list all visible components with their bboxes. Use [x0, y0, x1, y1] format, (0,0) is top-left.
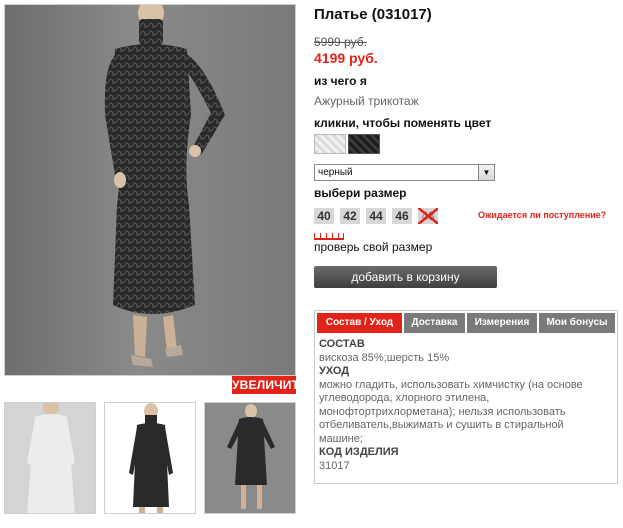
tab-panel-composition-care: СОСТАВ вискоза 85%;шерсть 15% УХОД можно… — [319, 338, 615, 473]
chevron-down-icon[interactable]: ▼ — [478, 165, 494, 180]
product-gallery — [4, 4, 296, 376]
product-info: Платье (031017) 5999 руб. 4199 руб. из ч… — [314, 6, 619, 484]
tab-bonuses[interactable]: Мои бонусы — [539, 313, 615, 333]
size-label: выбери размер — [314, 186, 407, 200]
thumbnail-black-dress-full[interactable] — [204, 402, 296, 514]
dress-model-image — [104, 5, 225, 367]
size-check-link[interactable]: проверь свой размер — [314, 240, 432, 254]
color-select[interactable]: черный ▼ — [314, 164, 495, 181]
thumbnail-black-dress-front[interactable] — [104, 402, 196, 514]
care-text-line: углеводорода, хлорного этилена, — [319, 392, 490, 404]
size-option-48-unavailable[interactable]: 48 — [418, 208, 438, 224]
product-title: Платье (031017) — [314, 6, 432, 23]
old-price: 5999 руб. — [314, 35, 367, 49]
color-swatch-light[interactable] — [314, 134, 346, 154]
composition-text: вискоза 85%;шерсть 15% — [319, 351, 450, 364]
restock-notify-link[interactable]: Ожидается ли поступление? — [478, 210, 606, 220]
product-code: 31017 — [319, 459, 350, 472]
product-code-heading: КОД ИЗДЕЛИЯ — [319, 446, 399, 458]
care-text-line: машине; — [319, 432, 363, 445]
care-text-line: монофтортрихлорметана); нельзя использов… — [319, 405, 566, 418]
size-option-46[interactable]: 46 — [392, 208, 412, 224]
tab-bar: Состав / Уход Доставка Измерения Мои бон… — [315, 311, 617, 333]
color-select-value: черный — [318, 167, 353, 178]
sale-price: 4199 руб. — [314, 50, 378, 66]
tab-composition-care[interactable]: Состав / Уход — [317, 313, 402, 333]
care-heading: УХОД — [319, 365, 350, 377]
size-option-42[interactable]: 42 — [340, 208, 360, 224]
main-product-photo[interactable] — [4, 4, 296, 376]
size-option-44[interactable]: 44 — [366, 208, 386, 224]
care-text-line: можно гладить, использовать химчистку (н… — [319, 378, 583, 391]
color-label: кликни, чтобы поменять цвет — [314, 116, 492, 130]
product-details-tabs: Состав / Уход Доставка Измерения Мои бон… — [314, 310, 618, 484]
thumbnail-strip — [4, 402, 296, 514]
material-label: из чего я — [314, 74, 367, 88]
care-text-line: отбеливатель,выжимать и сушить в стираль… — [319, 419, 564, 431]
material-value: Ажурный трикотаж — [314, 94, 419, 108]
tab-measurements[interactable]: Измерения — [467, 313, 537, 333]
ruler-icon — [314, 232, 344, 240]
size-option-40[interactable]: 40 — [314, 208, 334, 224]
composition-heading: СОСТАВ — [319, 338, 365, 350]
tab-delivery[interactable]: Доставка — [404, 313, 465, 333]
thumbnail-white-dress[interactable] — [4, 402, 96, 514]
zoom-button[interactable]: УВЕЛИЧИТЬ — [232, 376, 308, 394]
color-swatch-black[interactable] — [348, 134, 380, 154]
add-to-cart-button[interactable]: добавить в корзину — [314, 266, 497, 288]
